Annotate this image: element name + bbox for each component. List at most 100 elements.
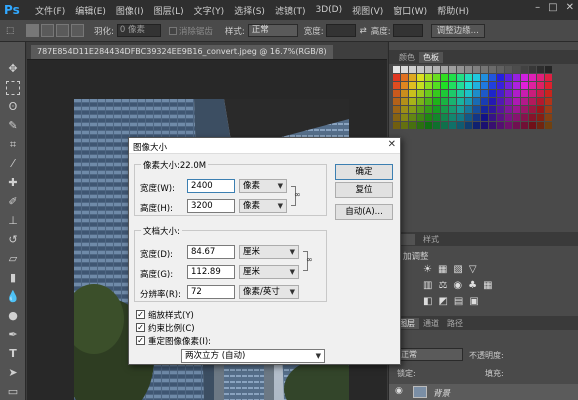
pixel-width-unit-dropdown[interactable]: 像素 ▼ (239, 179, 287, 193)
new-selection-icon[interactable] (26, 24, 40, 37)
swatch[interactable] (481, 66, 488, 73)
clone-stamp-icon[interactable]: ⊥ (6, 214, 20, 228)
swatch[interactable] (401, 114, 408, 121)
swatch[interactable] (465, 114, 472, 121)
swatch[interactable] (489, 90, 496, 97)
swatch[interactable] (489, 122, 496, 129)
swatch[interactable] (529, 90, 536, 97)
swatch[interactable] (393, 90, 400, 97)
swatch[interactable] (441, 106, 448, 113)
path-select-icon[interactable]: ➤ (6, 366, 20, 380)
doc-height-unit-dropdown[interactable]: 厘米 ▼ (239, 265, 299, 279)
pixel-height-unit-dropdown[interactable]: 像素 ▼ (239, 199, 287, 213)
swatch[interactable] (505, 90, 512, 97)
swatch[interactable] (529, 82, 536, 89)
swatch[interactable] (537, 90, 544, 97)
swatch[interactable] (513, 106, 520, 113)
antialias-checkbox[interactable] (168, 26, 177, 35)
tab-paths[interactable]: 路径 (443, 318, 467, 329)
type-tool-icon[interactable]: T (6, 347, 20, 361)
swatch[interactable] (425, 114, 432, 121)
swatch[interactable] (537, 122, 544, 129)
swatch[interactable] (465, 98, 472, 105)
resample-method-dropdown[interactable]: 两次立方 (自动) ▼ (181, 349, 325, 363)
swatch[interactable] (545, 122, 552, 129)
swatch[interactable] (417, 114, 424, 121)
swatch[interactable] (393, 66, 400, 73)
swatch[interactable] (521, 114, 528, 121)
swatch[interactable] (409, 82, 416, 89)
height-input[interactable] (392, 24, 423, 37)
swatch[interactable] (513, 98, 520, 105)
swatch[interactable] (521, 82, 528, 89)
swatch[interactable] (505, 122, 512, 129)
swatch[interactable] (513, 90, 520, 97)
swatch[interactable] (433, 114, 440, 121)
swatch[interactable] (505, 74, 512, 81)
tab-color[interactable]: 颜色 (395, 52, 419, 63)
swatch[interactable] (425, 122, 432, 129)
lasso-tool-icon[interactable]: ʘ (6, 100, 20, 114)
swatch[interactable] (401, 82, 408, 89)
eraser-tool-icon[interactable]: ▱ (6, 252, 20, 266)
swatch[interactable] (473, 106, 480, 113)
menu-edit[interactable]: 编辑(E) (70, 4, 111, 17)
tab-swatches[interactable]: 色板 (419, 52, 443, 63)
swatch[interactable] (441, 82, 448, 89)
feather-input[interactable]: 0 像素 (116, 24, 161, 37)
swatch[interactable] (513, 82, 520, 89)
swatch[interactable] (465, 82, 472, 89)
swatch[interactable] (409, 74, 416, 81)
pen-tool-icon[interactable]: ✒ (6, 328, 20, 342)
swatch[interactable] (401, 90, 408, 97)
swatch[interactable] (505, 82, 512, 89)
swatch[interactable] (481, 106, 488, 113)
swatch[interactable] (425, 98, 432, 105)
menu-filter[interactable]: 滤镜(T) (270, 4, 311, 17)
swap-icon[interactable]: ⇄ (360, 26, 367, 36)
blur-tool-icon[interactable]: 💧 (6, 290, 20, 304)
swatch[interactable] (401, 122, 408, 129)
swatch[interactable] (465, 106, 472, 113)
swatch[interactable] (473, 66, 480, 73)
swatch[interactable] (529, 98, 536, 105)
refine-edge-button[interactable]: 调整边缘... (430, 23, 485, 38)
layer-visibility-icon[interactable]: ◉ (395, 386, 403, 396)
swatch[interactable] (433, 90, 440, 97)
swatch[interactable] (401, 74, 408, 81)
menu-image[interactable]: 图像(I) (111, 4, 149, 17)
minimize-icon[interactable]: – (535, 2, 540, 13)
swatch[interactable] (497, 74, 504, 81)
move-tool-icon[interactable]: ✥ (6, 62, 20, 76)
swatch[interactable] (497, 114, 504, 121)
eyedropper-tool-icon[interactable]: ⁄ (6, 157, 20, 171)
ok-button[interactable]: 确定 (335, 164, 393, 180)
swatch[interactable] (537, 74, 544, 81)
swatch[interactable] (545, 90, 552, 97)
swatch[interactable] (465, 90, 472, 97)
swatch[interactable] (529, 66, 536, 73)
swatch[interactable] (521, 66, 528, 73)
swatch[interactable] (473, 82, 480, 89)
swatch[interactable] (481, 114, 488, 121)
swatch[interactable] (481, 98, 488, 105)
swatch[interactable] (545, 98, 552, 105)
swatch[interactable] (441, 122, 448, 129)
swatch[interactable] (521, 98, 528, 105)
swatch[interactable] (537, 106, 544, 113)
constrain-checkbox[interactable]: ✓ (136, 323, 145, 332)
swatch[interactable] (425, 66, 432, 73)
swatch[interactable] (505, 114, 512, 121)
swatch[interactable] (473, 74, 480, 81)
swatch[interactable] (497, 90, 504, 97)
swatch[interactable] (457, 90, 464, 97)
swatch[interactable] (449, 98, 456, 105)
swatch[interactable] (513, 66, 520, 73)
swatch[interactable] (417, 90, 424, 97)
swatch[interactable] (513, 122, 520, 129)
intersect-selection-icon[interactable] (71, 24, 85, 37)
swatch[interactable] (481, 122, 488, 129)
swatch[interactable] (433, 106, 440, 113)
close-icon[interactable]: ✕ (566, 2, 574, 13)
brush-tool-icon[interactable]: ✐ (6, 195, 20, 209)
